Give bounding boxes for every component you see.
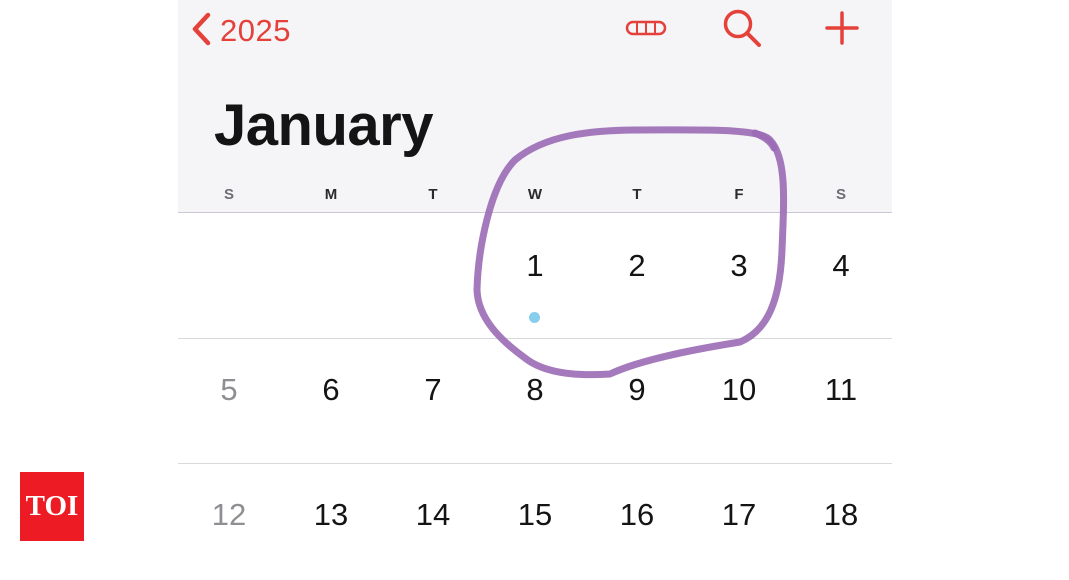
weekday-monday: M	[324, 186, 338, 203]
day-cell[interactable]: 4	[790, 248, 892, 284]
list-view-button[interactable]	[622, 8, 670, 52]
weekday-wednesday: W	[527, 186, 543, 203]
back-to-year-button[interactable]: 2025	[190, 10, 291, 52]
day-cell[interactable]: 15	[484, 497, 586, 533]
toi-watermark-logo: TOI	[20, 472, 84, 541]
calendar-header: 2025 January S M T W T F S	[178, 0, 892, 213]
day-cell[interactable]: 14	[382, 497, 484, 533]
weekday-saturday: S	[835, 186, 846, 203]
week-divider	[178, 463, 892, 464]
search-icon	[721, 7, 763, 54]
list-view-icon	[625, 19, 667, 42]
year-label: 2025	[220, 13, 291, 48]
day-cell[interactable]: 12	[178, 497, 280, 533]
day-cell[interactable]: 17	[688, 497, 790, 533]
day-cell[interactable]: 16	[586, 497, 688, 533]
day-cell[interactable]: 7	[382, 372, 484, 408]
weekday-tuesday: T	[428, 186, 438, 203]
week-divider	[178, 338, 892, 339]
day-cell[interactable]: 11	[790, 372, 892, 408]
plus-icon	[824, 10, 860, 51]
day-cell[interactable]: 10	[688, 372, 790, 408]
day-cell[interactable]: 13	[280, 497, 382, 533]
day-cell[interactable]: 9	[586, 372, 688, 408]
search-button[interactable]	[718, 8, 766, 52]
day-cell[interactable]: 5	[178, 372, 280, 408]
day-cell[interactable]: 3	[688, 248, 790, 284]
day-cell[interactable]: 2	[586, 248, 688, 284]
month-title: January	[214, 93, 433, 158]
weekday-friday: F	[734, 186, 744, 203]
watermark-text: TOI	[25, 490, 79, 522]
weekday-thursday: T	[632, 186, 642, 203]
chevron-left-icon	[190, 12, 212, 51]
day-cell[interactable]: 1	[484, 248, 586, 284]
day-cell[interactable]: 6	[280, 372, 382, 408]
calendar-app: 2025 January S M T W T F S 1 2 3 4 5 6 7…	[178, 0, 892, 580]
weekday-sunday: S	[223, 186, 234, 203]
add-event-button[interactable]	[818, 8, 866, 52]
event-dot	[529, 312, 540, 323]
day-cell[interactable]: 8	[484, 372, 586, 408]
day-cell[interactable]: 18	[790, 497, 892, 533]
